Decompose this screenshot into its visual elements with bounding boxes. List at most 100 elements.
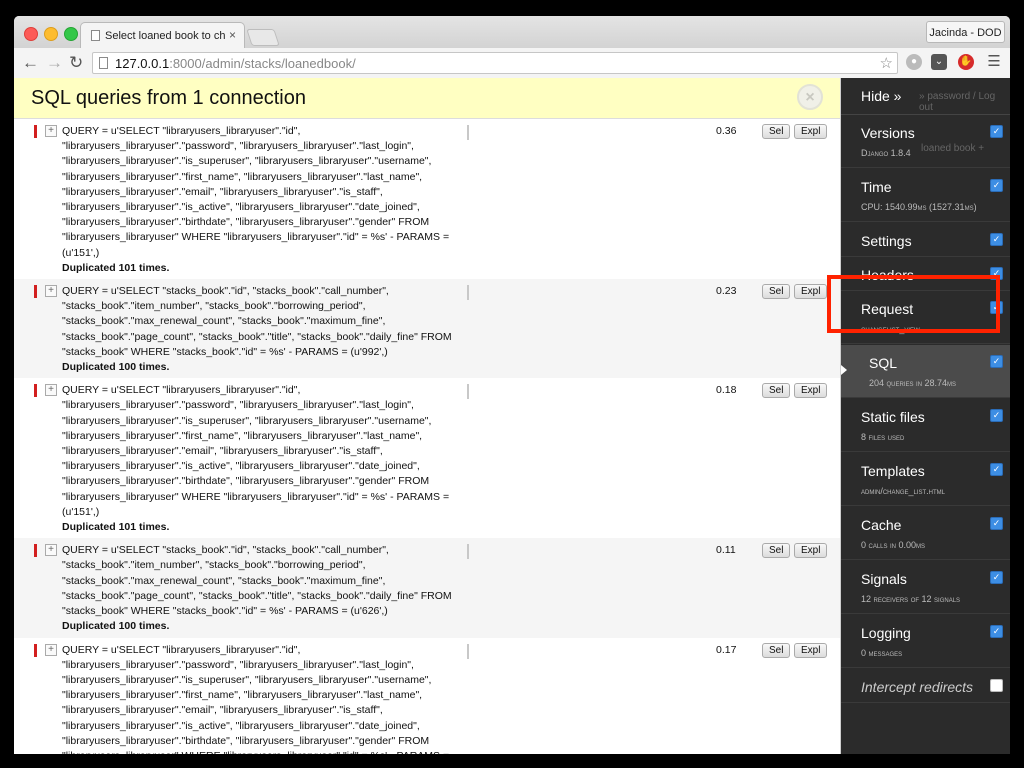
- timeline-bar: [467, 384, 469, 400]
- checkbox-icon[interactable]: ✓: [990, 409, 1003, 422]
- panel-item-settings[interactable]: Settings ✓: [841, 223, 1010, 257]
- query-row: + QUERY = u'SELECT "stacks_book"."id", "…: [14, 279, 840, 379]
- query-marker: [34, 384, 37, 398]
- panel-item-sql[interactable]: SQL 204 queries in 28.74ms ✓: [841, 345, 1010, 398]
- minimize-window-button[interactable]: [44, 27, 58, 41]
- panel-item-cache[interactable]: Cache 0 calls in 0.00ms ✓: [841, 507, 1010, 560]
- panel-item-time[interactable]: Time CPU: 1540.99ms (1527.31ms) ✓: [841, 169, 1010, 222]
- query-time: 0.11: [716, 544, 736, 557]
- tab-close-icon[interactable]: ×: [229, 28, 236, 42]
- back-icon[interactable]: ←: [22, 53, 39, 73]
- checkbox-icon[interactable]: ✓: [990, 179, 1003, 192]
- panel-item-logging[interactable]: Logging 0 messages ✓: [841, 615, 1010, 668]
- panel-item-subtitle: 204 queries in 28.74ms: [869, 378, 957, 388]
- profile-button[interactable]: Jacinda - DOD: [926, 21, 1005, 43]
- tab-active[interactable]: Select loaned book to change ×: [80, 22, 245, 48]
- panel-item-templates[interactable]: Templates admin/change_list.html ✓: [841, 453, 1010, 506]
- timeline-bar: [467, 125, 469, 140]
- hide-label: Hide »: [861, 88, 902, 104]
- panel-item-intercept-redirects[interactable]: Intercept redirects: [841, 669, 1010, 703]
- checkbox-icon[interactable]: [990, 679, 1003, 692]
- panel-item-title: Versions: [861, 125, 915, 141]
- explain-button[interactable]: Expl: [794, 642, 828, 658]
- menu-icon[interactable]: ☰: [986, 54, 1002, 70]
- forward-icon[interactable]: →: [46, 53, 63, 73]
- panel-item-versions[interactable]: Versions Django 1.8.4 loaned book + ✓: [841, 115, 1010, 168]
- panel-item-title: Signals: [861, 571, 907, 587]
- query-text: QUERY = u'SELECT "stacks_book"."id", "st…: [62, 543, 454, 634]
- checkbox-icon[interactable]: ✓: [990, 463, 1003, 476]
- select-button[interactable]: Sel: [762, 124, 791, 139]
- sql-panel: SQL queries from 1 connection × + QUERY …: [14, 78, 840, 754]
- query-row: + QUERY = u'SELECT "stacks_book"."id", "…: [14, 538, 840, 638]
- panel-item-title: Templates: [861, 463, 925, 479]
- page-content: SQL queries from 1 connection × + QUERY …: [14, 78, 1010, 754]
- query-text: QUERY = u'SELECT "libraryusers_libraryus…: [62, 383, 454, 535]
- bookmark-star-icon[interactable]: ☆: [880, 54, 893, 72]
- query-row: + QUERY = u'SELECT "libraryusers_library…: [14, 378, 840, 538]
- panel-item-title: Cache: [861, 517, 902, 533]
- panel-item-subtitle: 0 messages: [861, 648, 903, 658]
- select-button[interactable]: Sel: [762, 383, 791, 399]
- query-marker: [34, 544, 37, 558]
- tab-title: Select loaned book to change: [105, 30, 225, 42]
- query-time: 0.17: [716, 643, 737, 656]
- pocket-icon[interactable]: ⌄: [931, 54, 947, 70]
- new-tab-button[interactable]: [246, 29, 280, 46]
- panel-item-title: Settings: [861, 233, 912, 249]
- panel-item-title: Time: [861, 179, 892, 195]
- debug-toolbar: Hide » » password / Log out Versions Dja…: [841, 78, 1010, 754]
- panel-header: SQL queries from 1 connection ×: [14, 78, 840, 119]
- page-icon: [91, 30, 100, 41]
- timeline-bar: [467, 285, 469, 301]
- page-icon: [99, 57, 108, 69]
- duplicate-count: Duplicated 101 times.: [62, 261, 170, 274]
- browser-window: Select loaned book to change × Jacinda -…: [14, 16, 1010, 754]
- close-window-button[interactable]: [24, 27, 38, 41]
- explain-button[interactable]: Expl: [794, 543, 828, 559]
- select-button[interactable]: Sel: [762, 543, 791, 559]
- maximize-window-button[interactable]: [64, 27, 78, 41]
- select-button[interactable]: Sel: [762, 284, 791, 300]
- expand-toggle[interactable]: +: [45, 544, 57, 557]
- panel-item-subtitle: 8 files used: [861, 432, 905, 442]
- explain-button[interactable]: Expl: [794, 383, 828, 399]
- checkbox-icon[interactable]: ✓: [990, 517, 1003, 530]
- address-bar[interactable]: 127.0.0.1:8000/admin/stacks/loanedbook/ …: [92, 52, 898, 74]
- checkbox-icon[interactable]: ✓: [990, 125, 1003, 138]
- expand-toggle[interactable]: +: [45, 125, 57, 137]
- extension-icon[interactable]: ●: [906, 54, 922, 70]
- sql-highlight-box: [827, 275, 1000, 333]
- background-header-text: » password / Log out: [919, 91, 996, 113]
- duplicate-count: Duplicated 101 times.: [62, 521, 170, 534]
- panel-item-subtitle: CPU: 1540.99ms (1527.31ms): [861, 202, 977, 212]
- expand-toggle[interactable]: +: [45, 643, 57, 656]
- panel-item-title: Intercept redirects: [861, 679, 974, 695]
- select-button[interactable]: Sel: [762, 642, 791, 658]
- panel-item-title: SQL: [869, 355, 898, 371]
- expand-toggle[interactable]: +: [45, 285, 57, 298]
- query-row: + QUERY = u'SELECT "libraryusers_library…: [14, 119, 840, 279]
- expand-toggle[interactable]: +: [45, 384, 57, 397]
- checkbox-icon[interactable]: ✓: [990, 233, 1003, 246]
- adblock-icon[interactable]: ✋: [958, 54, 974, 70]
- browser-toolbar: ← → ↻ 127.0.0.1:8000/admin/stacks/loaned…: [14, 48, 1010, 79]
- reload-icon[interactable]: ↻: [69, 53, 83, 73]
- query-marker: [34, 643, 37, 657]
- checkbox-icon[interactable]: ✓: [990, 625, 1003, 638]
- query-time: 0.23: [716, 285, 737, 298]
- hide-toolbar-button[interactable]: Hide » » password / Log out: [841, 78, 1010, 115]
- checkbox-icon[interactable]: ✓: [990, 571, 1003, 584]
- query-row: + QUERY = u'SELECT "libraryusers_library…: [14, 638, 840, 754]
- background-button-text: loaned book +: [921, 143, 985, 154]
- checkbox-icon[interactable]: ✓: [990, 355, 1003, 368]
- timeline-bar: [467, 643, 469, 659]
- panel-item-signals[interactable]: Signals 12 receivers of 12 signals ✓: [841, 561, 1010, 614]
- panel-item-title: Static files: [861, 409, 925, 425]
- panel-item-subtitle: Django 1.8.4: [861, 148, 911, 158]
- explain-button[interactable]: Expl: [794, 124, 828, 139]
- panel-close-button[interactable]: ×: [797, 84, 823, 110]
- panel-item-static-files[interactable]: Static files 8 files used ✓: [841, 399, 1010, 452]
- explain-button[interactable]: Expl: [794, 284, 828, 300]
- url-text: 127.0.0.1:8000/admin/stacks/loanedbook/: [115, 56, 356, 71]
